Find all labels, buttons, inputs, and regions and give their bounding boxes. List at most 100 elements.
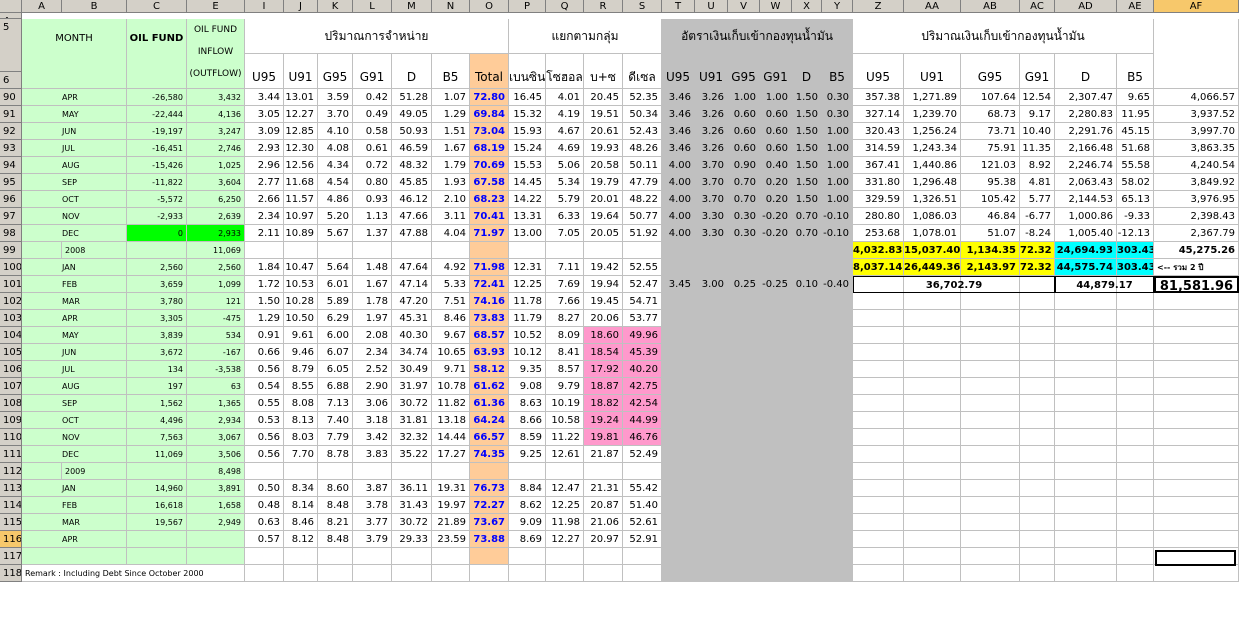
value-cell[interactable]: 0.42	[353, 89, 392, 106]
row-header-109[interactable]: 109	[0, 412, 22, 429]
oil-fund-value[interactable]: 7,563	[127, 429, 187, 446]
inflow-outflow-value[interactable]: 534	[187, 327, 245, 344]
value-cell[interactable]	[760, 446, 792, 463]
value-cell[interactable]: 73.67	[470, 514, 509, 531]
value-cell[interactable]: 2,291.76	[1055, 123, 1117, 140]
value-cell[interactable]	[1055, 463, 1117, 480]
value-cell[interactable]: 3,937.52	[1154, 106, 1239, 123]
value-cell[interactable]: 1,256.24	[904, 123, 961, 140]
value-cell[interactable]	[1117, 310, 1154, 327]
value-cell[interactable]	[961, 395, 1020, 412]
value-cell[interactable]	[1055, 344, 1117, 361]
value-cell[interactable]	[760, 412, 792, 429]
value-cell[interactable]: 0.60	[728, 123, 760, 140]
value-cell[interactable]	[760, 259, 792, 276]
grand-total[interactable]: <-- รวม 2 ปี	[1154, 259, 1239, 276]
empty-cell[interactable]	[695, 565, 728, 582]
value-cell[interactable]: 9.25	[509, 446, 546, 463]
empty-cell[interactable]	[961, 548, 1020, 565]
value-cell[interactable]	[509, 463, 546, 480]
row-header-90[interactable]: 90	[0, 89, 22, 106]
value-cell[interactable]: 19.64	[584, 208, 623, 225]
value-cell[interactable]	[695, 412, 728, 429]
empty-cell[interactable]	[353, 565, 392, 582]
value-cell[interactable]: 1,296.48	[904, 174, 961, 191]
value-cell[interactable]: 12.27	[546, 531, 584, 548]
value-cell[interactable]	[904, 480, 961, 497]
inflow-outflow-value[interactable]: 2,934	[187, 412, 245, 429]
value-cell[interactable]	[792, 395, 822, 412]
value-cell[interactable]: 10.12	[509, 344, 546, 361]
value-cell[interactable]	[392, 463, 432, 480]
value-cell[interactable]: 0.54	[245, 378, 284, 395]
empty-cell[interactable]	[1020, 548, 1055, 565]
empty-cell[interactable]	[792, 548, 822, 565]
value-cell[interactable]	[1020, 293, 1055, 310]
empty-cell[interactable]	[245, 548, 284, 565]
column-header-B[interactable]: B	[62, 0, 127, 13]
value-cell[interactable]	[1154, 361, 1239, 378]
value-cell[interactable]: 3.70	[695, 157, 728, 174]
value-cell[interactable]: 10.47	[284, 259, 318, 276]
value-cell[interactable]	[695, 395, 728, 412]
value-cell[interactable]: 40.20	[623, 361, 662, 378]
value-cell[interactable]	[792, 480, 822, 497]
value-cell[interactable]	[822, 463, 853, 480]
empty-cell[interactable]	[432, 548, 470, 565]
value-cell[interactable]: 10.53	[284, 276, 318, 293]
value-cell[interactable]: 4.86	[318, 191, 353, 208]
value-cell[interactable]: 46.84	[961, 208, 1020, 225]
value-cell[interactable]: 0.70	[728, 191, 760, 208]
inflow-outflow-value[interactable]: 2,933	[187, 225, 245, 242]
value-cell[interactable]: 107.64	[961, 89, 1020, 106]
value-cell[interactable]: 18.54	[584, 344, 623, 361]
value-cell[interactable]: 3.30	[695, 208, 728, 225]
value-cell[interactable]: 2.96	[245, 157, 284, 174]
oil-fund-value[interactable]: 11,069	[127, 446, 187, 463]
empty-cell[interactable]	[904, 565, 961, 582]
value-cell[interactable]: 1.50	[792, 140, 822, 157]
row-header-98[interactable]: 98	[0, 225, 22, 242]
value-cell[interactable]	[853, 344, 904, 361]
empty-cell[interactable]	[509, 565, 546, 582]
row-header-104[interactable]: 104	[0, 327, 22, 344]
value-cell[interactable]	[728, 446, 760, 463]
value-cell[interactable]: 67.58	[470, 174, 509, 191]
value-cell[interactable]	[1117, 395, 1154, 412]
value-cell[interactable]	[853, 514, 904, 531]
value-cell[interactable]: 20.87	[584, 497, 623, 514]
empty-cell[interactable]	[623, 565, 662, 582]
value-cell[interactable]: 11.98	[546, 514, 584, 531]
value-cell[interactable]	[760, 242, 792, 259]
value-cell[interactable]	[1020, 361, 1055, 378]
value-cell[interactable]	[1020, 412, 1055, 429]
value-cell[interactable]: 3.26	[695, 123, 728, 140]
value-cell[interactable]: 9.67	[432, 327, 470, 344]
value-cell[interactable]: 3.11	[432, 208, 470, 225]
value-cell[interactable]	[728, 361, 760, 378]
row-header-118[interactable]: 118	[0, 565, 22, 582]
value-cell[interactable]: 12.31	[509, 259, 546, 276]
value-cell[interactable]	[728, 259, 760, 276]
value-cell[interactable]: 29.33	[392, 531, 432, 548]
value-cell[interactable]: 10.28	[284, 293, 318, 310]
column-header-AB[interactable]: AB	[961, 0, 1020, 13]
value-cell[interactable]: 1.00	[822, 123, 853, 140]
value-cell[interactable]: 3.05	[245, 106, 284, 123]
value-cell[interactable]	[662, 361, 695, 378]
value-cell[interactable]: 3,863.35	[1154, 140, 1239, 157]
value-cell[interactable]: 42.75	[623, 378, 662, 395]
value-cell[interactable]: 6.29	[318, 310, 353, 327]
value-cell[interactable]	[353, 463, 392, 480]
value-cell[interactable]	[822, 259, 853, 276]
value-cell[interactable]: 1,086.03	[904, 208, 961, 225]
value-cell[interactable]	[695, 361, 728, 378]
value-cell[interactable]: 0.56	[245, 446, 284, 463]
value-cell[interactable]: 4,066.57	[1154, 89, 1239, 106]
value-cell[interactable]	[853, 429, 904, 446]
value-cell[interactable]: 3.18	[353, 412, 392, 429]
value-cell[interactable]: 12.25	[546, 497, 584, 514]
value-cell[interactable]: 8.84	[509, 480, 546, 497]
value-cell[interactable]	[792, 361, 822, 378]
value-cell[interactable]: 19.97	[432, 497, 470, 514]
